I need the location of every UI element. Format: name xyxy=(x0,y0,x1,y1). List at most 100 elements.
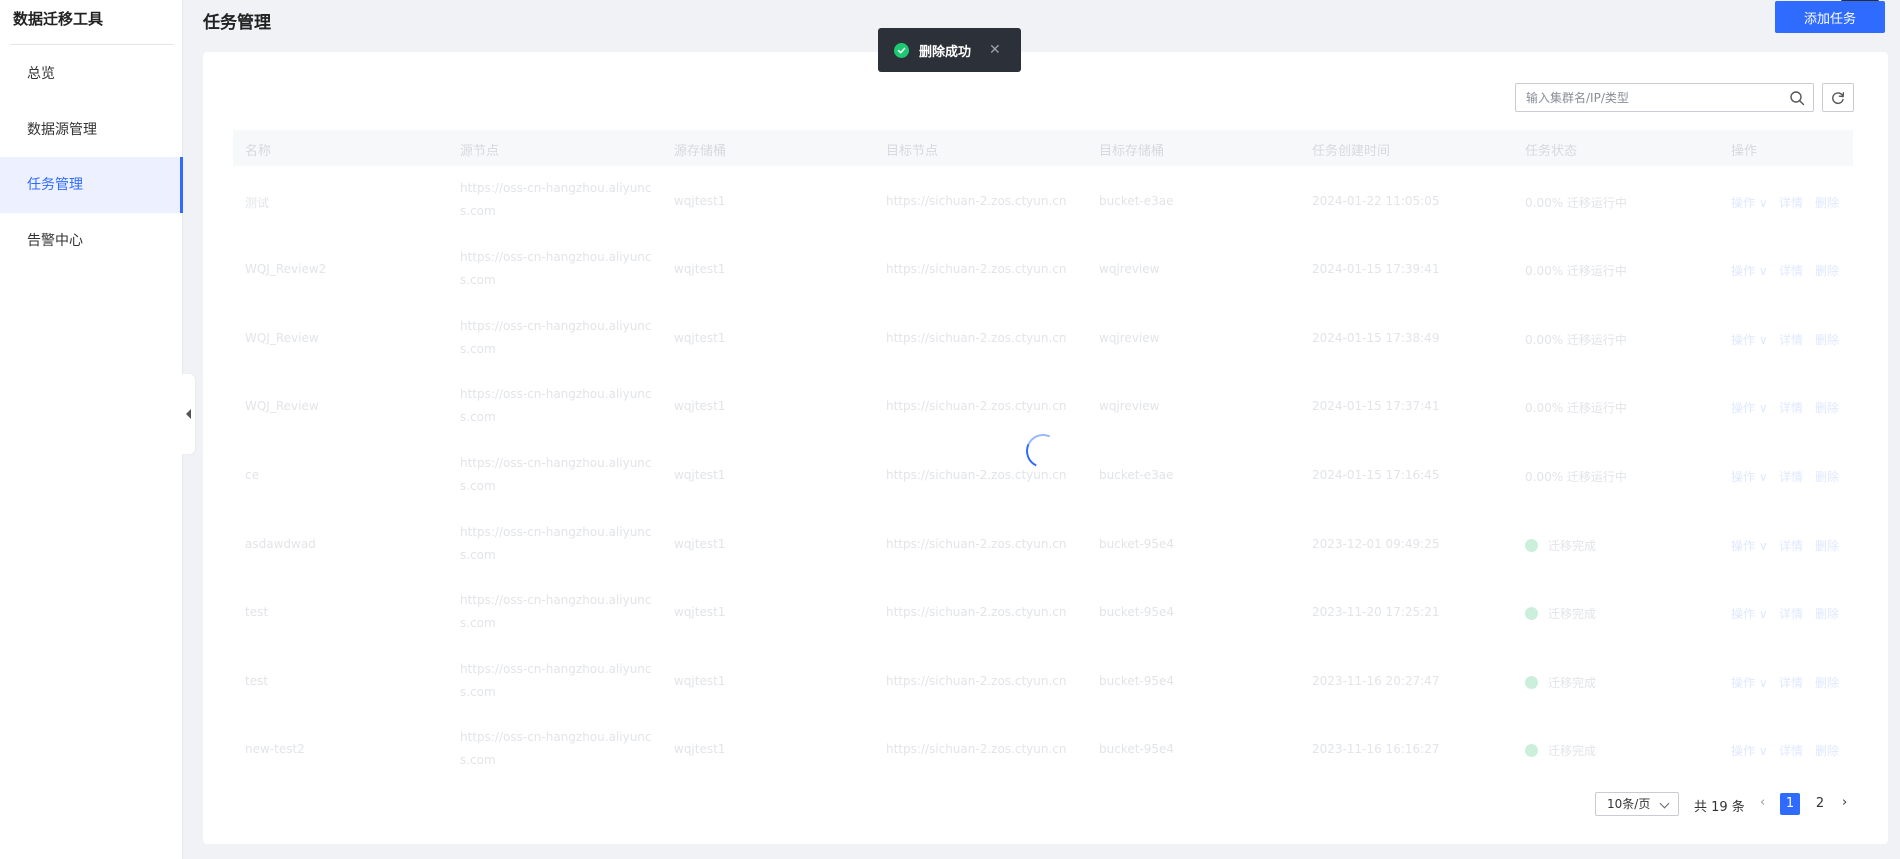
row-created-time: 2023-11-20 17:25:21 xyxy=(1312,605,1440,619)
row-target-bucket: wqjreview xyxy=(1099,262,1160,276)
row-created-time: 2023-11-16 20:27:47 xyxy=(1312,674,1440,688)
row-source-node: https://oss-cn-hangzhou.aliyunc s.com xyxy=(460,387,652,424)
row-detail-link[interactable]: 详情 xyxy=(1779,605,1803,622)
row-action-menu[interactable]: 操作 ∨ xyxy=(1731,399,1768,416)
row-source-bucket: wqjtest1 xyxy=(674,674,726,688)
row-source-node: https://oss-cn-hangzhou.aliyunc s.com xyxy=(460,250,652,287)
row-created-time: 2024-01-15 17:16:45 xyxy=(1312,468,1440,482)
page-size-select[interactable]: 10条/页 xyxy=(1595,792,1679,816)
row-source-node: https://oss-cn-hangzhou.aliyunc s.com xyxy=(460,319,652,356)
check-circle-icon xyxy=(1525,607,1538,620)
row-action-menu[interactable]: 操作 ∨ xyxy=(1731,262,1768,279)
row-delete-link[interactable]: 删除 xyxy=(1815,605,1839,622)
row-action-menu[interactable]: 操作 ∨ xyxy=(1731,194,1768,211)
row-target-node: https://sichuan-2.zos.ctyun.cn xyxy=(886,262,1067,276)
row-delete-link[interactable]: 删除 xyxy=(1815,468,1839,485)
sidebar: 数据迁移工具 总览 数据源管理 任务管理 告警中心 xyxy=(0,0,183,859)
row-status: 迁移完成 xyxy=(1525,742,1596,759)
column-header-target-bucket: 目标存储桶 xyxy=(1099,144,1165,159)
column-header-name: 名称 xyxy=(245,144,272,159)
row-action-menu[interactable]: 操作 ∨ xyxy=(1731,605,1768,622)
row-status: 0.00% 迁移运行中 xyxy=(1525,333,1627,347)
row-target-bucket: wqjreview xyxy=(1099,331,1160,345)
column-header-created-time: 任务创建时间 xyxy=(1312,144,1391,159)
chevron-down-icon xyxy=(1659,798,1670,809)
row-detail-link[interactable]: 详情 xyxy=(1779,194,1803,211)
row-target-bucket: bucket-95e4 xyxy=(1099,742,1175,756)
add-task-button[interactable]: 添加任务 xyxy=(1775,1,1885,33)
page-size-value: 10条/页 xyxy=(1607,797,1651,811)
row-detail-link[interactable]: 详情 xyxy=(1779,674,1803,691)
row-name: 测试 xyxy=(245,196,270,210)
row-action-menu[interactable]: 操作 ∨ xyxy=(1731,742,1768,759)
column-header-source-bucket: 源存储桶 xyxy=(674,144,727,159)
row-action-menu[interactable]: 操作 ∨ xyxy=(1731,331,1768,348)
row-source-bucket: wqjtest1 xyxy=(674,331,726,345)
row-delete-link[interactable]: 删除 xyxy=(1815,742,1839,759)
row-created-time: 2024-01-15 17:37:41 xyxy=(1312,399,1440,413)
row-delete-link[interactable]: 删除 xyxy=(1815,399,1839,416)
row-target-node: https://sichuan-2.zos.ctyun.cn xyxy=(886,742,1067,756)
search-input[interactable] xyxy=(1516,84,1786,111)
check-circle-icon xyxy=(1525,539,1538,552)
row-created-time: 2023-11-16 16:16:27 xyxy=(1312,742,1440,756)
row-source-node: https://oss-cn-hangzhou.aliyunc s.com xyxy=(460,730,652,767)
row-source-node: https://oss-cn-hangzhou.aliyunc s.com xyxy=(460,181,652,218)
total-count: 共 19 条 xyxy=(1694,800,1745,815)
row-source-bucket: wqjtest1 xyxy=(674,537,726,551)
row-source-node: https://oss-cn-hangzhou.aliyunc s.com xyxy=(460,456,652,493)
sidebar-item-data-sources[interactable]: 数据源管理 xyxy=(0,102,183,158)
next-page-button[interactable]: › xyxy=(1842,795,1847,810)
column-header-target-node: 目标节点 xyxy=(886,144,939,159)
row-delete-link[interactable]: 删除 xyxy=(1815,331,1839,348)
row-delete-link[interactable]: 删除 xyxy=(1815,194,1839,211)
column-header-status: 任务状态 xyxy=(1525,144,1578,159)
row-delete-link[interactable]: 删除 xyxy=(1815,537,1839,554)
row-detail-link[interactable]: 详情 xyxy=(1779,468,1803,485)
sidebar-collapse-handle[interactable] xyxy=(182,374,195,454)
row-target-bucket: bucket-95e4 xyxy=(1099,674,1175,688)
close-icon[interactable]: ✕ xyxy=(989,42,1001,58)
row-detail-link[interactable]: 详情 xyxy=(1779,537,1803,554)
search-icon[interactable] xyxy=(1789,90,1805,106)
sidebar-divider xyxy=(10,44,174,45)
row-delete-link[interactable]: 删除 xyxy=(1815,262,1839,279)
page-title: 任务管理 xyxy=(203,13,271,33)
row-detail-link[interactable]: 详情 xyxy=(1779,262,1803,279)
row-target-bucket: bucket-e3ae xyxy=(1099,194,1174,208)
column-header-actions: 操作 xyxy=(1731,144,1758,159)
refresh-icon xyxy=(1832,91,1845,104)
row-target-node: https://sichuan-2.zos.ctyun.cn xyxy=(886,399,1067,413)
row-target-node: https://sichuan-2.zos.ctyun.cn xyxy=(886,537,1067,551)
sidebar-item-alerts[interactable]: 告警中心 xyxy=(0,213,183,269)
page-2-button[interactable]: 2 xyxy=(1810,793,1830,815)
sidebar-item-overview[interactable]: 总览 xyxy=(0,46,183,102)
refresh-button[interactable] xyxy=(1822,83,1854,112)
row-status: 迁移完成 xyxy=(1525,537,1596,554)
row-status: 0.00% 迁移运行中 xyxy=(1525,470,1627,484)
row-detail-link[interactable]: 详情 xyxy=(1779,399,1803,416)
row-source-bucket: wqjtest1 xyxy=(674,468,726,482)
row-detail-link[interactable]: 详情 xyxy=(1779,742,1803,759)
row-source-node: https://oss-cn-hangzhou.aliyunc s.com xyxy=(460,593,652,630)
row-name: test xyxy=(245,605,269,619)
row-source-bucket: wqjtest1 xyxy=(674,262,726,276)
prev-page-button[interactable]: ‹ xyxy=(1760,795,1765,810)
row-source-bucket: wqjtest1 xyxy=(674,399,726,413)
row-name: asdawdwad xyxy=(245,537,316,551)
success-toast: 删除成功 ✕ xyxy=(878,28,1021,72)
page-1-button[interactable]: 1 xyxy=(1780,793,1800,815)
row-detail-link[interactable]: 详情 xyxy=(1779,331,1803,348)
row-source-bucket: wqjtest1 xyxy=(674,194,726,208)
row-action-menu[interactable]: 操作 ∨ xyxy=(1731,537,1768,554)
row-action-menu[interactable]: 操作 ∨ xyxy=(1731,468,1768,485)
row-target-node: https://sichuan-2.zos.ctyun.cn xyxy=(886,194,1067,208)
row-source-bucket: wqjtest1 xyxy=(674,742,726,756)
row-delete-link[interactable]: 删除 xyxy=(1815,674,1839,691)
toast-message: 删除成功 xyxy=(919,44,972,60)
row-name: WQJ_Review2 xyxy=(245,262,327,276)
row-target-node: https://sichuan-2.zos.ctyun.cn xyxy=(886,468,1067,482)
row-source-node: https://oss-cn-hangzhou.aliyunc s.com xyxy=(460,525,652,562)
row-action-menu[interactable]: 操作 ∨ xyxy=(1731,674,1768,691)
sidebar-item-tasks[interactable]: 任务管理 xyxy=(0,157,183,213)
